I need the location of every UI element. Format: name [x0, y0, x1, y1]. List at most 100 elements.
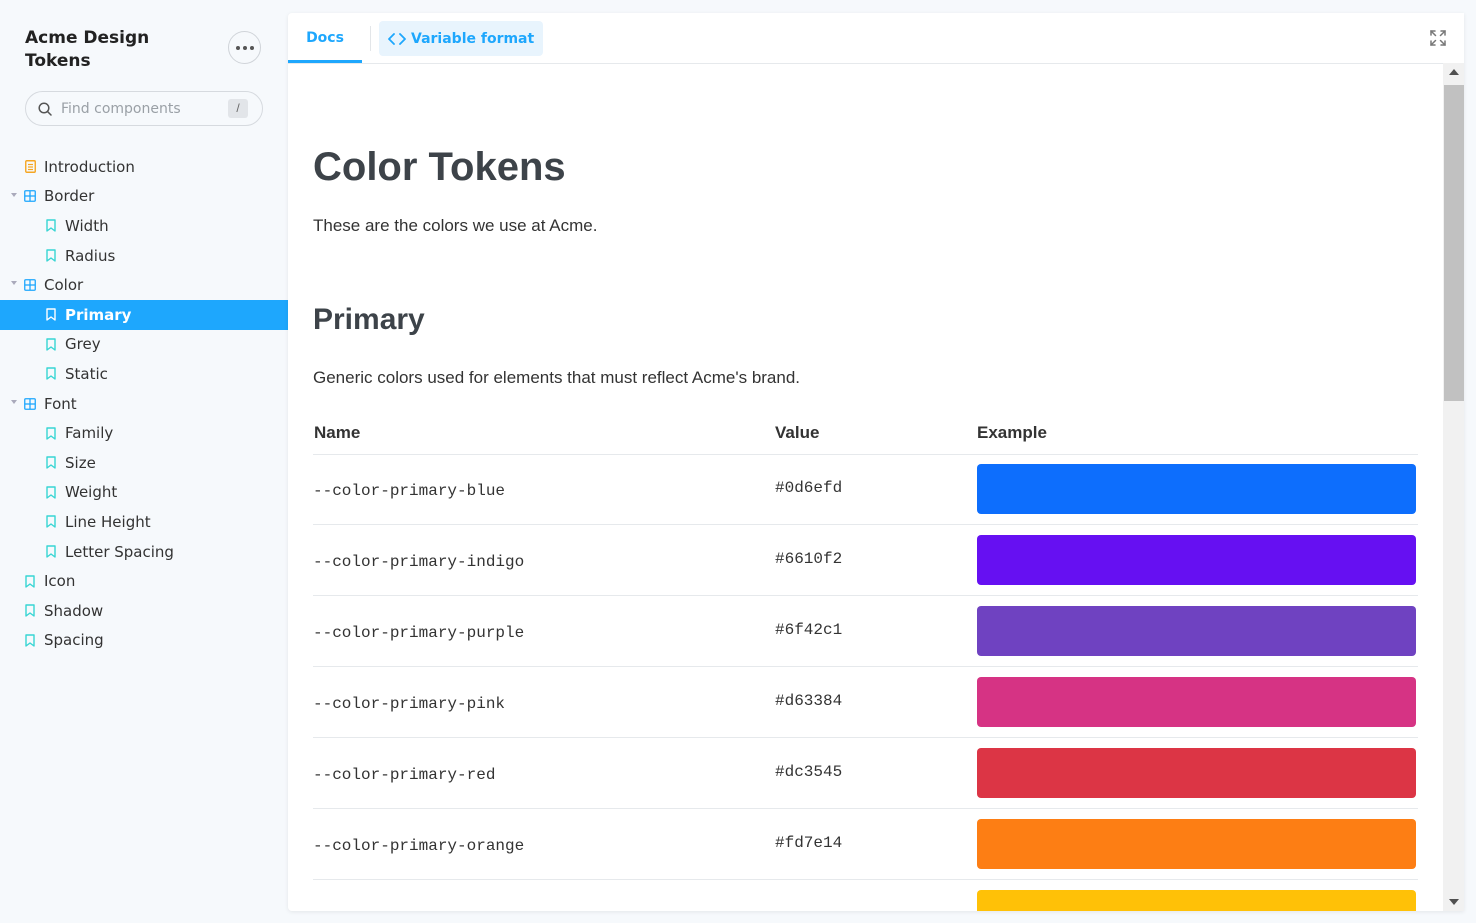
sidebar-item-label: Weight [65, 483, 118, 502]
sidebar-item-spacing[interactable]: Spacing [0, 626, 288, 656]
sidebar-item-label: Primary [65, 305, 132, 324]
sidebar: Acme Design Tokens / Introduction Border W… [0, 0, 288, 923]
bookmark-icon [45, 545, 57, 559]
sidebar-item-static[interactable]: Static [0, 359, 288, 389]
more-options-button[interactable] [228, 31, 261, 64]
color-swatch [977, 677, 1416, 727]
fullscreen-icon[interactable] [1430, 30, 1446, 46]
search-icon [38, 101, 52, 116]
bookmark-icon [45, 367, 57, 381]
component-icon [24, 189, 36, 203]
expand-caret-icon[interactable] [11, 399, 17, 404]
tab-docs[interactable]: Docs [288, 13, 362, 63]
sidebar-item-label: Grey [65, 335, 101, 354]
search-input[interactable] [59, 99, 223, 118]
sidebar-item-grey[interactable]: Grey [0, 330, 288, 360]
bookmark-icon [45, 515, 57, 529]
sidebar-item-weight[interactable]: Weight [0, 478, 288, 508]
expand-caret-icon[interactable] [11, 192, 17, 197]
section-title: Primary [313, 303, 425, 336]
vertical-scrollbar[interactable] [1443, 63, 1464, 911]
bookmark-icon [24, 633, 36, 647]
token-name: --color-primary-blue [313, 482, 506, 500]
table-row: --color-primary-orange #fd7e14 [313, 809, 1418, 880]
tab-separator [370, 26, 371, 51]
scroll-up-arrow-icon[interactable] [1449, 69, 1459, 75]
token-table-body: --color-primary-blue #0d6efd --color-prima… [313, 454, 1418, 911]
sidebar-item-label: Width [65, 216, 109, 235]
color-swatch [977, 535, 1416, 585]
table-row: --color-primary-pink #d63384 [313, 667, 1418, 738]
color-swatch [977, 464, 1416, 514]
bookmark-icon [45, 308, 57, 322]
table-row: --color-primary-indigo #6610f2 [313, 525, 1418, 596]
color-swatch [977, 890, 1416, 911]
code-icon [388, 32, 406, 45]
docs-content: Color Tokens These are the colors we use… [313, 63, 1418, 911]
sidebar-item-introduction[interactable]: Introduction [0, 152, 288, 182]
token-name: --color-primary-purple [313, 624, 525, 642]
bookmark-icon [45, 426, 57, 440]
sidebar-item-label: Color [44, 276, 84, 295]
sidebar-item-radius[interactable]: Radius [0, 241, 288, 271]
sidebar-item-label: Introduction [44, 157, 135, 176]
token-value: #d63384 [775, 692, 843, 710]
token-value: #dc3545 [775, 763, 843, 781]
token-name: --color-primary-indigo [313, 553, 525, 571]
table-row: --color-primary-purple #6f42c1 [313, 596, 1418, 667]
table-row: --color-primary-blue #0d6efd [313, 454, 1418, 525]
sidebar-item-family[interactable]: Family [0, 418, 288, 448]
brand-title[interactable]: Acme Design Tokens [25, 27, 195, 73]
tab-variable-format-label: Variable format [411, 30, 535, 47]
sidebar-item-label: Border [44, 187, 95, 206]
component-icon [24, 397, 36, 411]
table-row [313, 880, 1418, 911]
ellipsis-icon [235, 45, 240, 50]
bookmark-icon [24, 574, 36, 588]
scrollbar-thumb[interactable] [1444, 85, 1464, 401]
sidebar-item-label: Size [65, 453, 96, 472]
token-value: #6f42c1 [775, 621, 843, 639]
tab-bar: Docs Variable format [288, 13, 1464, 64]
search-shortcut-key: / [228, 99, 248, 118]
column-header-example: Example [977, 423, 1047, 442]
sidebar-item-label: Shadow [44, 601, 104, 620]
sidebar-item-size[interactable]: Size [0, 448, 288, 478]
bookmark-icon [45, 337, 57, 351]
token-name: --color-primary-red [313, 766, 496, 784]
sidebar-item-letter-spacing[interactable]: Letter Spacing [0, 537, 288, 567]
component-icon [24, 278, 36, 292]
page-title: Color Tokens [313, 145, 566, 189]
document-icon [24, 160, 36, 174]
scroll-down-arrow-icon[interactable] [1449, 899, 1459, 905]
bookmark-icon [24, 604, 36, 618]
sidebar-item-label: Static [65, 364, 108, 383]
tab-variable-format[interactable]: Variable format [379, 21, 544, 56]
column-header-name: Name [314, 423, 361, 442]
section-description: Generic colors used for elements that mu… [313, 368, 801, 387]
sidebar-item-border[interactable]: Border [0, 182, 288, 212]
bookmark-icon [45, 485, 57, 499]
sidebar-nav: Introduction Border Width Radius Color Primar… [0, 152, 288, 655]
sidebar-item-label: Radius [65, 246, 116, 265]
search-box: / [25, 91, 263, 126]
token-name: --color-primary-orange [313, 837, 525, 855]
expand-caret-icon[interactable] [11, 281, 17, 286]
token-value: #6610f2 [775, 550, 843, 568]
sidebar-item-label: Icon [44, 572, 76, 591]
sidebar-item-label: Family [65, 424, 114, 443]
bookmark-icon [45, 456, 57, 470]
sidebar-item-color[interactable]: Color [0, 270, 288, 300]
sidebar-item-width[interactable]: Width [0, 211, 288, 241]
sidebar-item-shadow[interactable]: Shadow [0, 596, 288, 626]
main-panel: Docs Variable format Color Tokens These … [288, 13, 1464, 911]
sidebar-item-line-height[interactable]: Line Height [0, 507, 288, 537]
table-header: Name Value Example [313, 423, 1418, 455]
token-name: --color-primary-pink [313, 695, 506, 713]
bookmark-icon [45, 249, 57, 263]
sidebar-item-icon[interactable]: Icon [0, 566, 288, 596]
table-row: --color-primary-red #dc3545 [313, 738, 1418, 809]
sidebar-item-label: Font [44, 394, 77, 413]
sidebar-item-font[interactable]: Font [0, 389, 288, 419]
sidebar-item-primary[interactable]: Primary [0, 299, 288, 330]
